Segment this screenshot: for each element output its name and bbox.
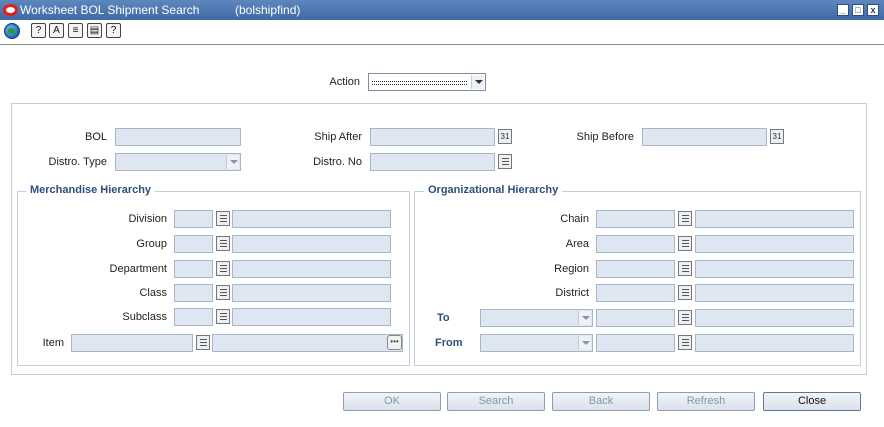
search-button[interactable]: Search (447, 392, 545, 411)
department-label: Department (109, 263, 167, 275)
class-label: Class (139, 287, 167, 299)
region-field[interactable] (596, 260, 675, 278)
distro-type-select[interactable] (115, 153, 241, 171)
group-field[interactable] (174, 235, 213, 253)
merchandise-hierarchy-title: Merchandise Hierarchy (26, 184, 156, 196)
from-field[interactable] (596, 334, 675, 352)
to-desc-field (695, 309, 854, 327)
to-level-select[interactable] (480, 309, 593, 327)
division-field[interactable] (174, 210, 213, 228)
area-desc-field (695, 235, 854, 253)
department-desc-field (232, 260, 391, 278)
list-of-values-icon[interactable] (678, 335, 692, 350)
chevron-down-icon[interactable] (226, 155, 239, 169)
list-of-values-icon[interactable] (678, 285, 692, 300)
bol-label: BOL (84, 131, 107, 143)
list-of-values-icon[interactable] (678, 236, 692, 251)
minimize-button[interactable]: _ (837, 4, 849, 16)
division-desc-field (232, 210, 391, 228)
help-topics-icon[interactable]: ? (31, 23, 46, 38)
help-icon[interactable]: ? (106, 23, 121, 38)
calendar-icon[interactable]: 31 (498, 129, 512, 144)
list-of-values-icon[interactable] (678, 261, 692, 276)
refresh-button[interactable]: Refresh (657, 392, 755, 411)
subclass-desc-field (232, 308, 391, 326)
list-of-values-icon[interactable] (216, 309, 230, 324)
window-title: Worksheet BOL Shipment Search (20, 3, 200, 17)
region-label: Region (554, 263, 589, 275)
spell-icon[interactable]: A (49, 23, 64, 38)
list-of-values-icon[interactable] (216, 285, 230, 300)
action-label: Action (329, 76, 360, 88)
chain-field[interactable] (596, 210, 675, 228)
from-desc-field (695, 334, 854, 352)
from-label: From (435, 337, 463, 349)
maximize-button[interactable]: □ (852, 4, 864, 16)
department-field[interactable] (174, 260, 213, 278)
list-of-values-icon[interactable] (678, 211, 692, 226)
item-field[interactable] (71, 334, 193, 352)
ok-button[interactable]: OK (343, 392, 441, 411)
subclass-label: Subclass (122, 311, 167, 323)
chain-desc-field (695, 210, 854, 228)
item-desc-field (212, 334, 403, 352)
to-field[interactable] (596, 309, 675, 327)
area-label: Area (565, 238, 589, 250)
organizational-hierarchy-title: Organizational Hierarchy (424, 184, 563, 196)
calendar-icon[interactable]: 31 (770, 129, 784, 144)
list-of-values-icon[interactable] (216, 236, 230, 251)
distro-no-label: Distro. No (313, 156, 362, 168)
list-of-values-icon[interactable] (678, 310, 692, 325)
chevron-down-icon[interactable] (578, 336, 591, 350)
class-field[interactable] (174, 284, 213, 302)
action-select[interactable] (368, 73, 486, 91)
distro-type-label: Distro. Type (48, 156, 108, 168)
group-desc-field (232, 235, 391, 253)
subclass-field[interactable] (174, 308, 213, 326)
from-level-select[interactable] (480, 334, 593, 352)
ship-before-label: Ship Before (576, 131, 634, 143)
list-of-values-icon[interactable] (498, 154, 512, 169)
distro-no-field[interactable] (370, 153, 495, 171)
list-of-values-icon[interactable] (216, 261, 230, 276)
title-bar: Worksheet BOL Shipment Search (bolshipfi… (0, 0, 884, 20)
chain-label: Chain (560, 213, 589, 225)
close-window-button[interactable]: x (867, 4, 879, 16)
to-label: To (437, 312, 450, 324)
toolbar (0, 20, 884, 44)
bol-field[interactable] (115, 128, 241, 146)
district-label: District (555, 287, 589, 299)
district-desc-field (695, 284, 854, 302)
class-desc-field (232, 284, 391, 302)
chevron-down-icon[interactable] (471, 75, 484, 89)
edit-description-icon[interactable]: ••• (387, 335, 402, 350)
notes-icon[interactable]: ≡ (68, 23, 83, 38)
ship-after-field[interactable] (370, 128, 495, 146)
area-field[interactable] (596, 235, 675, 253)
oracle-logo-icon (3, 4, 18, 16)
back-button[interactable]: Back (552, 392, 650, 411)
division-label: Division (128, 213, 167, 225)
group-label: Group (136, 238, 167, 250)
toolbar-divider (0, 44, 884, 45)
ship-before-field[interactable] (642, 128, 767, 146)
form-id: (bolshipfind) (235, 3, 301, 17)
list-of-values-icon[interactable] (196, 335, 210, 350)
region-desc-field (695, 260, 854, 278)
ship-after-label: Ship After (314, 131, 362, 143)
list-of-values-icon[interactable] (216, 211, 230, 226)
chevron-down-icon[interactable] (578, 311, 591, 325)
print-icon[interactable]: ▤ (87, 23, 102, 38)
item-label: Item (42, 337, 64, 349)
close-button[interactable]: Close (763, 392, 861, 411)
globe-icon[interactable] (4, 23, 20, 39)
district-field[interactable] (596, 284, 675, 302)
